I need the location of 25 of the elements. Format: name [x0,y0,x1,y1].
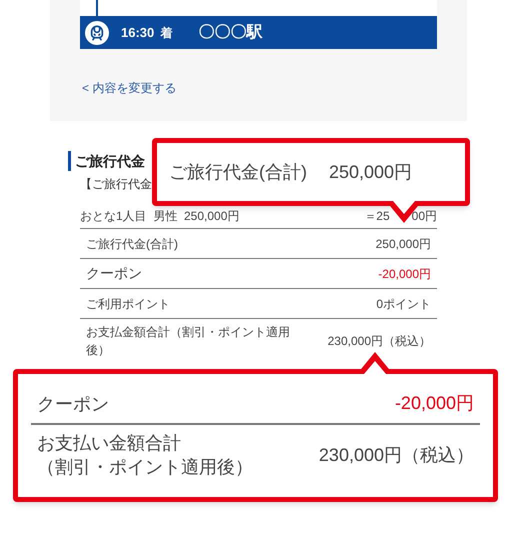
summary-label: クーポン [37,392,109,416]
row-value: -20,000円 [378,266,431,282]
summary-value: 230,000円（税込） [318,444,474,466]
summary-label: お支払い金額合計 [37,432,182,455]
callout-label: ご旅行代金(合計) [169,160,307,184]
row-value: 0ポイント [376,296,431,312]
station-name: 〇〇〇駅 [198,22,262,42]
train-icon [85,20,109,44]
passenger-amount: ＝25 [364,208,390,225]
row-value: 250,000円 [376,236,431,252]
passenger-label: おとな1人目 男性 250,000円 [80,208,240,225]
row-value: 230,000円（税込） [328,333,431,350]
passenger-amount: 00円 [412,208,437,225]
row-label: クーポン [86,264,143,283]
change-link[interactable]: < 内容を変更する [82,79,176,97]
callout-value: 250,000円 [329,160,412,184]
summary-value: -20,000円 [394,392,474,415]
section-subtitle: 【ご旅行代金 [80,176,152,193]
arrival-time: 16:30 [121,24,154,42]
arrival-label: 着 [160,24,172,42]
row-label: ご旅行代金(合計) [86,236,179,252]
row-label: お支払金額合計（割引・ポイント適用後） [86,324,291,359]
summary-label: （割引・ポイント適用後） [37,456,253,479]
section-title: ご旅行代金 [68,151,145,171]
row-label: ご利用ポイント [86,296,171,312]
